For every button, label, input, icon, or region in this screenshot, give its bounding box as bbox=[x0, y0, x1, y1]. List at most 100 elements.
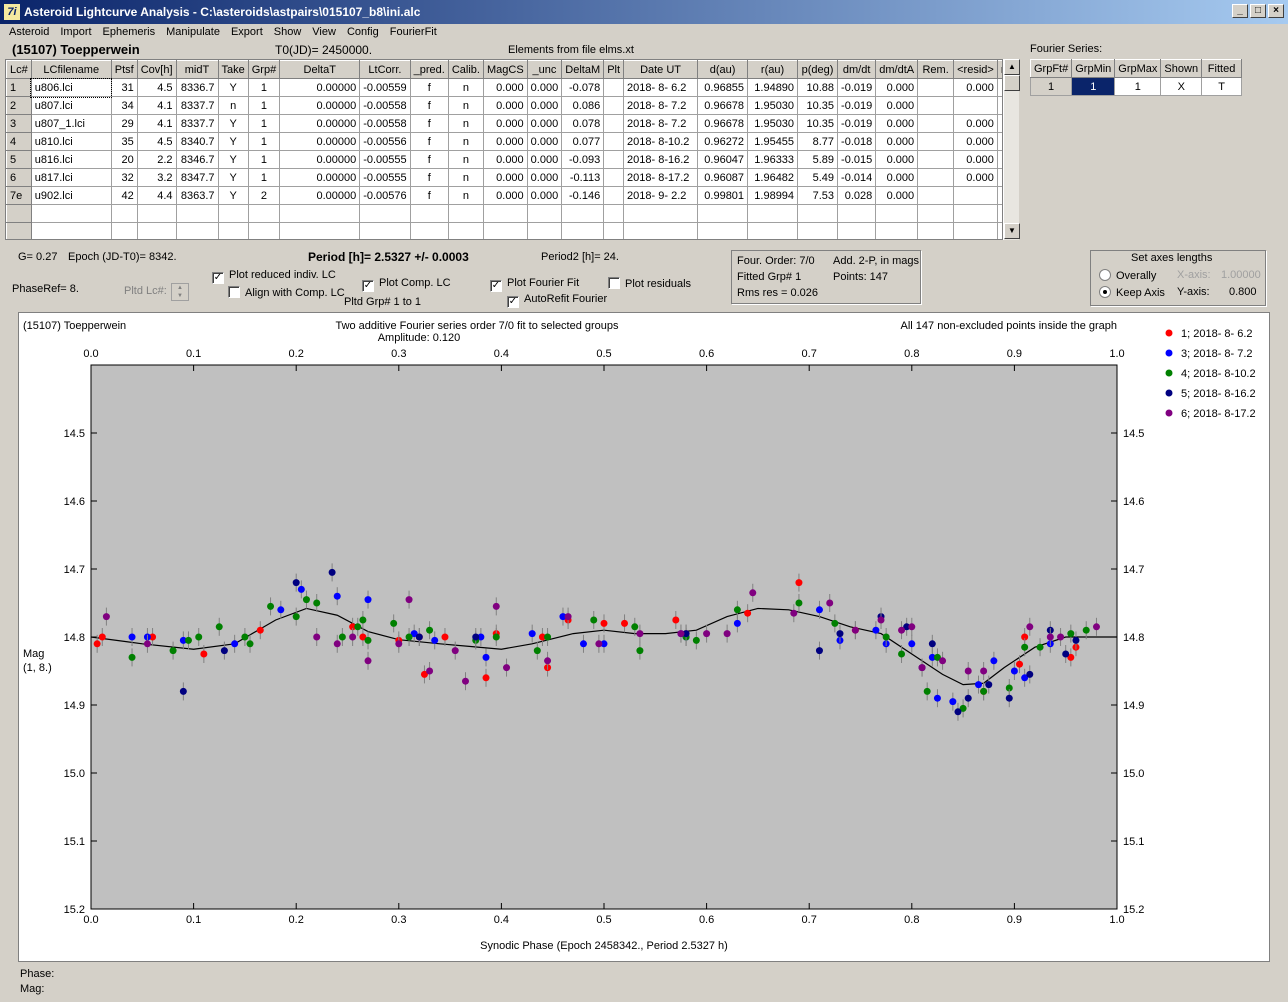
lc-cell[interactable]: n bbox=[447, 186, 484, 205]
autorefit-checkbox[interactable]: ✓ AutoRefit Fourier bbox=[507, 293, 607, 308]
lc-cell[interactable]: 1 bbox=[247, 132, 281, 151]
data-point[interactable] bbox=[482, 653, 490, 661]
lc-cell[interactable] bbox=[603, 222, 625, 239]
data-point[interactable] bbox=[395, 640, 403, 648]
lc-cell[interactable] bbox=[875, 222, 919, 239]
lc-cell[interactable]: 0.000 bbox=[875, 78, 919, 97]
lc-cell[interactable]: 0.000 bbox=[875, 150, 919, 169]
lc-cell[interactable] bbox=[603, 168, 625, 187]
data-point[interactable] bbox=[631, 623, 639, 631]
lc-cell[interactable] bbox=[409, 222, 449, 239]
lc-cell[interactable]: 8363.7 bbox=[175, 186, 219, 205]
minimize-icon[interactable]: _ bbox=[1232, 4, 1248, 18]
lc-column-header[interactable]: Rem. bbox=[917, 60, 955, 79]
lc-cell[interactable]: 0.028 bbox=[837, 186, 877, 205]
scroll-down-icon[interactable]: ▼ bbox=[1004, 223, 1020, 239]
check-icon[interactable] bbox=[608, 277, 620, 289]
data-point[interactable] bbox=[451, 647, 459, 655]
lc-cell[interactable]: Y bbox=[217, 114, 249, 133]
data-point[interactable] bbox=[918, 664, 926, 672]
lc-cell[interactable] bbox=[482, 204, 528, 223]
lc-cell[interactable]: 1.95455 bbox=[747, 132, 799, 151]
lc-cell[interactable]: 1.95030 bbox=[747, 96, 799, 115]
lc-cell[interactable]: 8340.7 bbox=[175, 132, 219, 151]
plot-reduced-checkbox[interactable]: ✓ Plot reduced indiv. LC bbox=[212, 269, 336, 284]
lc-cell[interactable]: 0.96855 bbox=[697, 78, 749, 97]
lightcurve-chart[interactable]: (15107) Toepperwein Two additive Fourier … bbox=[19, 313, 1269, 961]
lc-cell[interactable] bbox=[603, 132, 625, 151]
lc-cell[interactable] bbox=[30, 222, 112, 239]
menu-view[interactable]: View bbox=[312, 26, 336, 38]
data-point[interactable] bbox=[426, 626, 434, 634]
data-point[interactable] bbox=[908, 640, 916, 648]
plot-comp-checkbox[interactable]: ✓ Plot Comp. LC bbox=[362, 277, 451, 292]
lc-cell[interactable]: 7.53 bbox=[797, 186, 839, 205]
data-point[interactable] bbox=[703, 630, 711, 638]
lc-cell[interactable]: 8337.7 bbox=[175, 96, 219, 115]
data-point[interactable] bbox=[143, 640, 151, 648]
data-point[interactable] bbox=[359, 616, 367, 624]
data-point[interactable] bbox=[405, 633, 413, 641]
lc-cell[interactable]: 4.1 bbox=[136, 96, 177, 115]
lc-column-header[interactable]: r(au) bbox=[747, 60, 799, 79]
spin-down-icon[interactable]: ▼ bbox=[172, 292, 188, 300]
lc-column-header[interactable]: midT bbox=[175, 60, 219, 79]
lc-table-row[interactable]: 4 u810.lci 35 4.5 8340.7 Y 1 0.00000 -0.00556 f n 0… bbox=[6, 132, 1002, 151]
lc-cell[interactable]: u810.lci bbox=[30, 132, 112, 151]
data-point[interactable] bbox=[980, 667, 988, 675]
data-point[interactable] bbox=[102, 613, 110, 621]
lc-cell[interactable]: Y bbox=[217, 168, 249, 187]
lc-table-empty-row[interactable] bbox=[6, 204, 1002, 223]
lc-cell[interactable] bbox=[953, 186, 998, 205]
keep-axis-radio[interactable]: Keep Axis bbox=[1099, 286, 1165, 299]
lc-column-header[interactable]: Grp# bbox=[247, 60, 281, 79]
data-point[interactable] bbox=[313, 633, 321, 641]
data-point[interactable] bbox=[1062, 650, 1070, 658]
lc-cell[interactable]: 0.000 bbox=[526, 186, 563, 205]
lc-cell[interactable]: -0.019 bbox=[837, 96, 877, 115]
data-point[interactable] bbox=[990, 657, 998, 665]
fourier-cell-grpft[interactable]: 1 bbox=[1029, 77, 1073, 96]
lc-cell[interactable] bbox=[953, 204, 998, 223]
lc-cell[interactable]: 0.00000 bbox=[279, 96, 361, 115]
lc-cell[interactable] bbox=[136, 222, 177, 239]
lc-cell[interactable]: 32 bbox=[110, 168, 138, 187]
lc-cell[interactable] bbox=[175, 222, 219, 239]
lc-cell[interactable]: 0.000 bbox=[482, 186, 528, 205]
data-point[interactable] bbox=[302, 596, 310, 604]
data-point[interactable] bbox=[472, 633, 480, 641]
lc-cell[interactable] bbox=[917, 132, 955, 151]
data-point[interactable] bbox=[482, 674, 490, 682]
lc-cell[interactable]: 0.000 bbox=[953, 78, 998, 97]
lc-cell[interactable] bbox=[247, 204, 281, 223]
lc-column-header[interactable]: DeltaM bbox=[561, 60, 605, 79]
lc-cell[interactable]: 0.000 bbox=[875, 96, 919, 115]
lc-cell[interactable]: 0.00000 bbox=[279, 132, 361, 151]
data-point[interactable] bbox=[98, 633, 106, 641]
data-point[interactable] bbox=[790, 609, 798, 617]
lc-cell[interactable]: -0.078 bbox=[561, 78, 605, 97]
data-point[interactable] bbox=[964, 667, 972, 675]
data-point[interactable] bbox=[1092, 623, 1100, 631]
data-point[interactable] bbox=[1067, 630, 1075, 638]
lc-cell[interactable] bbox=[279, 204, 361, 223]
data-point[interactable] bbox=[200, 650, 208, 658]
lc-cell[interactable]: f bbox=[409, 96, 449, 115]
data-point[interactable] bbox=[677, 630, 685, 638]
lc-cell[interactable]: 1.96333 bbox=[747, 150, 799, 169]
lc-column-header[interactable]: Date UT bbox=[623, 60, 699, 79]
lc-table-scrollbar[interactable]: ▲ ▼ bbox=[1003, 59, 1020, 240]
lc-cell[interactable]: 2018- 8- 7.2 bbox=[623, 114, 699, 133]
lc-cell[interactable]: 1 bbox=[247, 150, 281, 169]
lc-cell[interactable]: n bbox=[217, 96, 249, 115]
lc-row-header[interactable]: 6 bbox=[6, 168, 32, 187]
data-point[interactable] bbox=[184, 636, 192, 644]
data-point[interactable] bbox=[461, 677, 469, 685]
lc-cell[interactable]: 1 bbox=[247, 168, 281, 187]
lc-cell[interactable] bbox=[797, 204, 839, 223]
lc-cell[interactable]: 10.35 bbox=[797, 114, 839, 133]
data-point[interactable] bbox=[949, 698, 957, 706]
lc-cell[interactable] bbox=[409, 204, 449, 223]
data-point[interactable] bbox=[195, 633, 203, 641]
data-point[interactable] bbox=[390, 619, 398, 627]
